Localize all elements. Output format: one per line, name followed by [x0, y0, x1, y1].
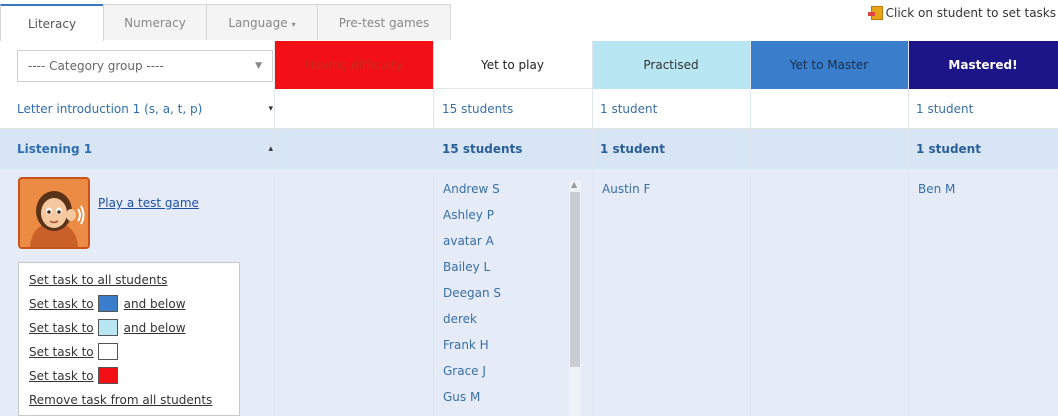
student-name[interactable]: Gus M [443, 390, 480, 404]
student-name[interactable]: Austin F [602, 182, 650, 196]
column-divider [592, 41, 593, 416]
set-task-white[interactable]: Set task to [29, 343, 124, 360]
tab-pre-test-games[interactable]: Pre-test games [317, 4, 451, 40]
yet-to-play-swatch [97, 343, 118, 360]
column-header-practised: Practised [592, 41, 750, 89]
tab-language[interactable]: Language ▾ [206, 4, 318, 40]
game-thumbnail[interactable] [18, 177, 90, 249]
set-task-red[interactable]: Set task to [29, 367, 124, 384]
task-row-letter-introduction[interactable]: Letter introduction 1 (s, a, t, p) ▾ 15 … [0, 89, 1058, 129]
having-difficulty-swatch [97, 367, 118, 384]
instruction-note: Click on student to set tasks [867, 6, 1056, 20]
practised-count[interactable]: 1 student [600, 89, 657, 128]
mastered-count[interactable]: 1 student [916, 129, 981, 169]
column-divider [908, 41, 909, 416]
student-name[interactable]: Deegan S [443, 286, 501, 300]
set-task-lightblue-and-below[interactable]: Set task to and below [29, 319, 186, 336]
set-task-blue-and-below[interactable]: Set task to and below [29, 295, 186, 312]
column-header-having-difficulty: Having difficulty [275, 41, 433, 89]
student-name[interactable]: Andrew S [443, 182, 500, 196]
instruction-text: Click on student to set tasks [885, 6, 1056, 20]
girl-avatar-icon [20, 179, 88, 247]
task-row-label: Letter introduction 1 (s, a, t, p) ▾ [17, 101, 273, 116]
play-test-game-link[interactable]: Play a test game [98, 196, 199, 210]
student-name[interactable]: derek [443, 312, 477, 326]
student-name[interactable]: Ashley P [443, 208, 494, 222]
practised-swatch [97, 319, 118, 336]
student-name[interactable]: Ben M [918, 182, 955, 196]
column-header-yet-to-play: Yet to play [433, 41, 592, 89]
column-divider [750, 41, 751, 416]
yet-to-master-swatch [97, 295, 118, 312]
chevron-down-icon: ▾ [291, 20, 296, 29]
column-header-mastered: Mastered! [908, 41, 1058, 89]
student-name[interactable]: Frank H [443, 338, 489, 352]
student-name[interactable]: avatar A [443, 234, 494, 248]
tab-numeracy[interactable]: Numeracy [103, 4, 207, 40]
tab-literacy[interactable]: Literacy [0, 4, 104, 41]
task-row-label: Listening 1 ▴ [17, 142, 273, 156]
set-task-all-students[interactable]: Set task to all students [29, 273, 167, 287]
yet-to-play-count[interactable]: 15 students [442, 129, 522, 169]
chevron-down-icon: ▼ [255, 61, 262, 71]
student-name[interactable]: Bailey L [443, 260, 490, 274]
scrollbar-thumb[interactable] [570, 192, 580, 367]
task-row-listening[interactable]: Listening 1 ▴ 15 students 1 student 1 st… [0, 129, 1058, 169]
mastered-count[interactable]: 1 student [916, 89, 973, 128]
student-name[interactable]: Grace J [443, 364, 486, 378]
column-divider [433, 41, 434, 416]
yet-to-play-count[interactable]: 15 students [442, 89, 513, 128]
practised-count[interactable]: 1 student [600, 129, 665, 169]
student-list-scrollbar[interactable]: ▲ [569, 180, 581, 416]
remove-task-all-students[interactable]: Remove task from all students [29, 393, 212, 407]
category-group-select[interactable]: ---- Category group ---- ▼ [17, 50, 273, 82]
subject-tabs: Literacy Numeracy Language ▾ Pre-test gam… [0, 4, 451, 41]
column-header-yet-to-master: Yet to Master [750, 41, 908, 89]
column-divider [274, 41, 275, 416]
chevron-down-icon[interactable]: ▾ [268, 104, 273, 114]
chevron-up-icon[interactable]: ▴ [268, 144, 273, 154]
task-icon [867, 6, 883, 20]
set-task-menu: Set task to all students Set task to and… [18, 262, 240, 416]
scroll-up-icon[interactable]: ▲ [571, 180, 577, 189]
